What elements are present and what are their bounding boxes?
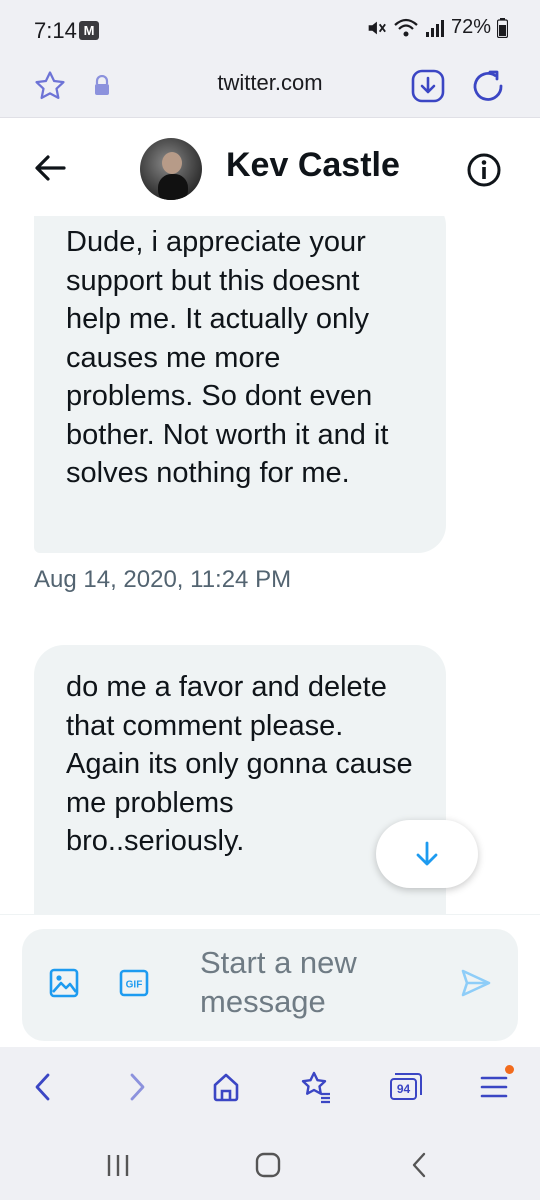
status-bar: 7:14 M 72% — [0, 0, 540, 60]
send-button[interactable] — [456, 963, 496, 1003]
reload-button[interactable] — [468, 66, 508, 106]
add-gif-button[interactable]: GIF — [114, 963, 154, 1003]
chevron-left-icon — [35, 1073, 50, 1101]
battery-icon — [497, 17, 508, 38]
wifi-icon — [394, 18, 418, 36]
status-time: 7:14 — [34, 18, 77, 43]
image-icon — [49, 968, 79, 998]
system-back-button[interactable] — [398, 1143, 442, 1187]
menu-icon — [480, 1076, 508, 1098]
browser-menu-button[interactable] — [472, 1065, 516, 1109]
notification-badge-icon: M — [79, 21, 99, 40]
system-home-button[interactable] — [246, 1143, 290, 1187]
download-circle-icon — [411, 69, 445, 103]
gif-icon: GIF — [119, 969, 149, 997]
bookmarks-button[interactable] — [294, 1065, 338, 1109]
signal-icon — [425, 19, 444, 37]
send-icon — [461, 969, 491, 997]
status-indicators: 72% — [365, 16, 508, 39]
url-text[interactable]: twitter.com — [0, 70, 540, 96]
browser-toolbar: 94 — [0, 1047, 540, 1125]
home-icon — [213, 1073, 239, 1102]
message-composer: GIF Start a new message — [22, 929, 518, 1041]
system-nav-bar — [0, 1125, 540, 1200]
notification-dot — [505, 1065, 514, 1074]
home-button[interactable] — [204, 1065, 248, 1109]
recent-apps-button[interactable] — [96, 1143, 140, 1187]
back-button[interactable] — [30, 148, 70, 188]
home-square-icon — [255, 1152, 281, 1178]
gif-label: GIF — [126, 980, 143, 991]
mute-icon — [368, 21, 386, 34]
conversation-info-button[interactable] — [464, 150, 504, 190]
system-back-icon — [412, 1152, 426, 1178]
arrow-left-icon — [35, 155, 66, 181]
arrow-down-icon — [416, 841, 438, 866]
tabs-icon: 94 — [390, 1073, 422, 1101]
scroll-to-bottom-button[interactable] — [376, 820, 478, 888]
message-bubble[interactable]: Dude, i appreciate your support but this… — [34, 216, 446, 553]
browser-back-button[interactable] — [22, 1065, 66, 1109]
tabs-button[interactable]: 94 — [384, 1065, 428, 1109]
message-list[interactable]: Dude, i appreciate your support but this… — [0, 216, 540, 914]
contact-name[interactable]: Kev Castle — [226, 146, 402, 185]
battery-percent: 72% — [450, 16, 491, 38]
avatar[interactable] — [140, 138, 202, 200]
browser-address-bar: twitter.com — [0, 60, 540, 118]
composer-area: GIF Start a new message — [0, 914, 540, 1047]
chevron-right-icon — [130, 1073, 145, 1101]
reload-icon — [473, 70, 503, 101]
browser-forward-button[interactable] — [114, 1065, 158, 1109]
message-timestamp: Aug 14, 2020, 11:24 PM — [34, 566, 292, 593]
download-button[interactable] — [408, 66, 448, 106]
info-icon — [467, 153, 501, 187]
message-input[interactable]: Start a new message — [200, 943, 430, 1021]
add-media-button[interactable] — [44, 963, 84, 1003]
conversation-header: Kev Castle — [0, 118, 540, 216]
bookmarks-star-icon — [301, 1071, 330, 1104]
tab-count: 94 — [396, 1082, 411, 1096]
recent-apps-icon — [107, 1155, 129, 1176]
